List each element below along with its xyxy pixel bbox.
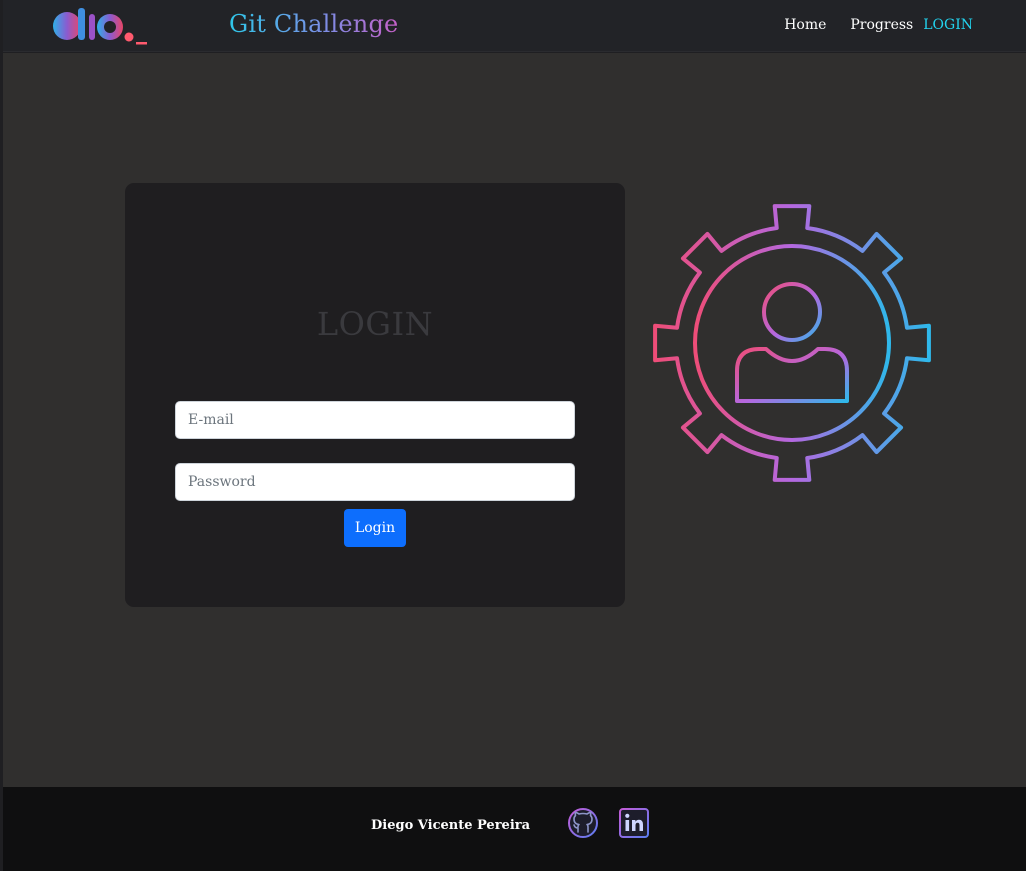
footer: Diego Vicente Pereira: [3, 787, 1026, 871]
author-name: Diego Vicente Pereira: [371, 818, 531, 833]
nav-progress[interactable]: Progress: [850, 15, 913, 35]
nav-home[interactable]: Home: [784, 15, 826, 35]
login-heading: LOGIN: [316, 305, 434, 343]
nav-login[interactable]: LOGIN: [923, 15, 973, 35]
navbar: Git Challenge Home Progress LOGIN: [3, 0, 1026, 52]
nav-links: Home Progress LOGIN: [760, 15, 973, 35]
dio-logo[interactable]: [51, 6, 151, 46]
login-button[interactable]: Login: [344, 509, 406, 547]
user-gear-icon: [653, 204, 931, 482]
app-title: Git Challenge: [229, 10, 399, 38]
linkedin-icon[interactable]: [618, 807, 650, 839]
password-field[interactable]: [175, 463, 575, 501]
github-icon[interactable]: [567, 807, 599, 839]
email-field[interactable]: [175, 401, 575, 439]
login-card: LOGIN Login: [125, 183, 625, 607]
main-content: LOGIN Login: [3, 53, 1026, 787]
